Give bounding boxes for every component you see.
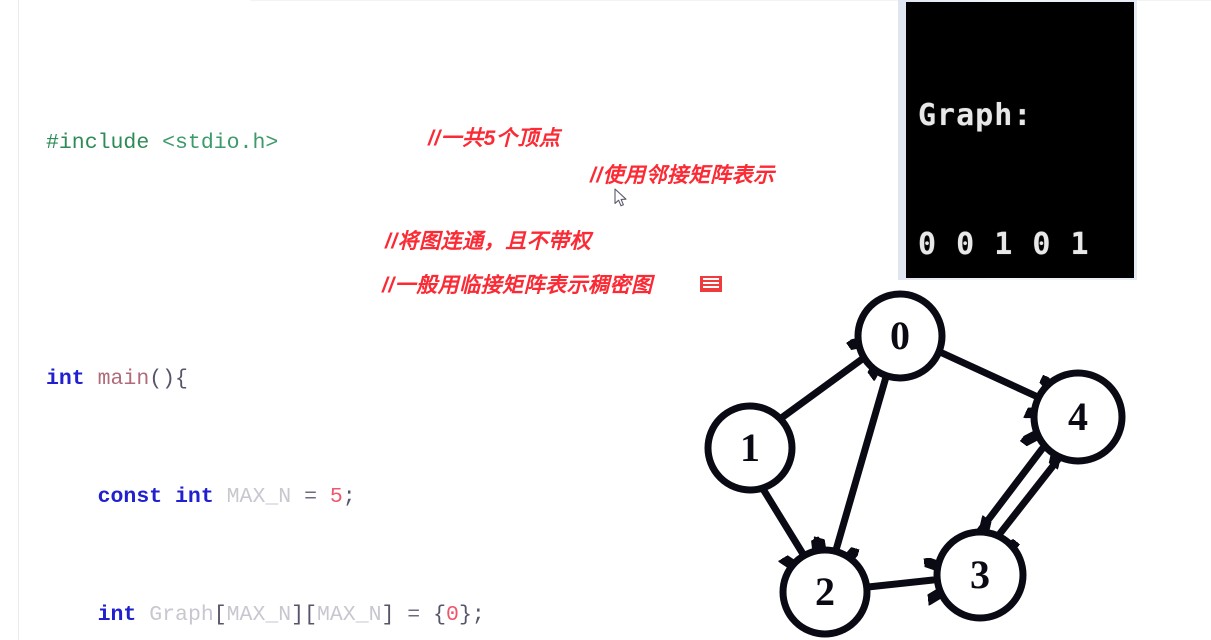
terminal-screen[interactable]: Graph: 0 0 1 0 1 1 0 1 0 0 0 0 0 1 0 0 0… (906, 2, 1134, 278)
indent-5 (46, 603, 98, 627)
id-max-n-3: MAX_N (316, 602, 382, 627)
kw-const: const (97, 484, 163, 509)
num-0-init: 0 (446, 602, 459, 627)
fn-main: main (97, 366, 150, 391)
edge-2-to-3 (864, 580, 933, 587)
brace-close-1: }; (458, 602, 485, 627)
op-assign-1: = (291, 484, 330, 509)
br-1: [ (213, 602, 227, 627)
mouse-pointer-icon (614, 188, 628, 208)
header-include: <stdio.h> (162, 130, 279, 155)
terminal-title-line: Graph: (918, 98, 1033, 133)
graph-diagram: 0 1 2 3 4 (690, 280, 1150, 640)
terminal-window[interactable]: Graph: 0 0 1 0 1 1 0 1 0 0 0 0 0 1 0 0 0… (898, 0, 1137, 280)
kw-int-2: int (175, 484, 214, 509)
id-max-n: MAX_N (226, 484, 292, 509)
kw-int-3: int (97, 602, 137, 627)
br-3: ] (381, 602, 395, 627)
terminal-matrix-row: 0 0 1 0 1 (918, 227, 1090, 262)
graph-node-label-1: 1 (740, 425, 760, 470)
editor-left-guide (18, 0, 19, 640)
punct-main-open: (){ (149, 366, 188, 391)
semi-1: ; (342, 484, 356, 509)
id-graph-decl: Graph (149, 602, 214, 627)
indent-4 (46, 485, 98, 509)
comment-adjacency-matrix: //使用邻接矩阵表示 (590, 164, 775, 187)
cursor-arrow-icon (614, 188, 627, 207)
id-max-n-2: MAX_N (226, 602, 292, 627)
comment-connected-unweighted: //将图连通，且不带权 (385, 230, 592, 253)
space-5 (136, 603, 149, 627)
kw-int: int (46, 366, 85, 391)
space-3 (162, 485, 175, 509)
comment-vertex-count: //一共5个顶点 (428, 127, 561, 150)
graph-node-label-0: 0 (890, 313, 910, 358)
screenshot-root: #include <stdio.h> int main(){ const int… (0, 0, 1211, 640)
comment-dense-graph: //一般用临接矩阵表示稠密图 (382, 274, 653, 297)
terminal-output: Graph: 0 0 1 0 1 1 0 1 0 0 0 0 0 1 0 0 0… (918, 8, 1090, 278)
graph-node-label-4: 4 (1068, 394, 1088, 439)
brace-open-1: { (433, 602, 447, 627)
br-2: ][ (291, 602, 317, 627)
num-5: 5 (329, 484, 343, 509)
edge-0-to-2 (836, 373, 890, 550)
edge-1-to-2 (759, 485, 803, 554)
edge-0-to-4 (936, 348, 1040, 398)
space-2 (85, 367, 98, 391)
preprocessor-directive: #include (46, 130, 150, 155)
space-1 (149, 131, 162, 155)
graph-node-label-2: 2 (815, 569, 835, 614)
edge-1-to-0 (776, 357, 865, 423)
op-assign-2: = (394, 602, 434, 627)
graph-node-label-3: 3 (970, 552, 990, 597)
space-4 (214, 485, 227, 509)
